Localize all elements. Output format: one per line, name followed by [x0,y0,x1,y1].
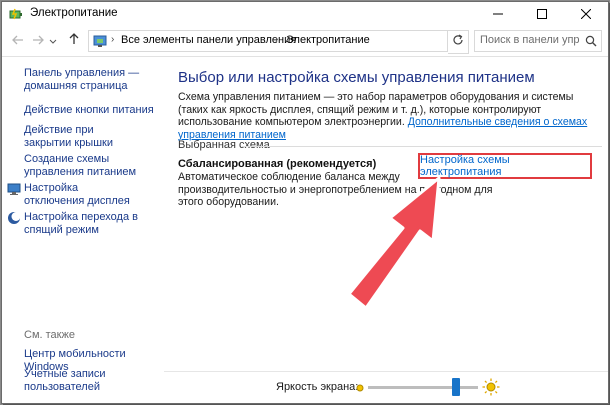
close-button[interactable] [564,2,608,26]
control-panel-icon [92,33,108,49]
forward-button[interactable] [30,33,46,49]
sidebar-link-sleep-settings[interactable]: Настройка перехода в спящий режим [24,211,144,237]
sidebar-link-create-power-plan[interactable]: Создание схемы управления питанием [24,153,159,179]
change-plan-settings-link[interactable]: Настройка схемы электропитания [418,153,592,179]
arrow-up-icon [69,32,79,50]
breadcrumb-separator: › [275,34,279,45]
sun-dim-icon [354,381,366,399]
breadcrumb-separator: › [111,34,115,45]
refresh-icon [452,33,464,51]
arrow-left-icon [12,32,24,50]
section-divider [242,146,602,147]
sidebar: Панель управления — домашняя страница Де… [2,57,164,403]
search-placeholder: Поиск в панели управления [480,34,580,46]
navigation-bar: › Все элементы панели управления › Элект… [2,26,608,57]
maximize-icon [537,9,547,19]
refresh-button[interactable] [448,30,469,54]
selected-plan-label: Выбранная схема [178,139,270,151]
minimize-icon [493,9,503,19]
brightness-slider-thumb[interactable] [452,378,460,396]
sidebar-link-control-panel-home[interactable]: Панель управления — домашняя страница [24,67,159,93]
brightness-bar: Яркость экрана: [164,371,608,403]
sidebar-link-lid-close-action[interactable]: Действие при закрытии крышки [24,124,142,150]
power-options-window: Электропитание › Все элементы панели упр… [1,1,609,404]
sun-bright-icon [482,378,500,401]
sidebar-link-power-button-action[interactable]: Действие кнопки питания [24,104,159,117]
address-bar[interactable]: › Все элементы панели управления › Элект… [88,30,524,52]
up-button[interactable] [66,33,82,49]
back-button[interactable] [10,33,26,49]
sidebar-link-turn-off-display[interactable]: Настройка отключения дисплея [24,182,139,208]
title-bar[interactable]: Электропитание [2,2,608,26]
moon-sleep-icon [7,211,21,225]
brightness-label: Яркость экрана: [276,381,359,393]
plan-name: Сбалансированная (рекомендуется) [178,158,377,170]
page-title: Выбор или настройка схемы управления пит… [178,69,535,86]
main-content: Выбор или настройка схемы управления пит… [164,57,608,403]
change-plan-settings-label: Настройка схемы электропитания [420,154,510,178]
see-also-heading: См. также [24,329,75,341]
search-input[interactable]: Поиск в панели управления [474,30,602,52]
breadcrumb-all-control-panel[interactable]: Все элементы панели управления [121,34,296,46]
recent-locations-button[interactable] [48,33,58,49]
display-icon [7,182,21,196]
minimize-button[interactable] [476,2,520,26]
breadcrumb-power-options[interactable]: Электропитание [286,34,370,46]
brightness-slider-track[interactable] [368,386,478,389]
sidebar-link-user-accounts[interactable]: Учетные записи пользователей [24,368,134,394]
close-icon [581,9,591,19]
page-description: Схема управления питанием — это набор па… [178,91,593,141]
power-battery-icon [9,7,23,21]
arrow-right-icon [32,32,44,50]
search-icon[interactable] [585,34,597,52]
window-title: Электропитание [30,7,118,19]
chevron-down-icon [49,32,57,50]
maximize-button[interactable] [520,2,564,26]
